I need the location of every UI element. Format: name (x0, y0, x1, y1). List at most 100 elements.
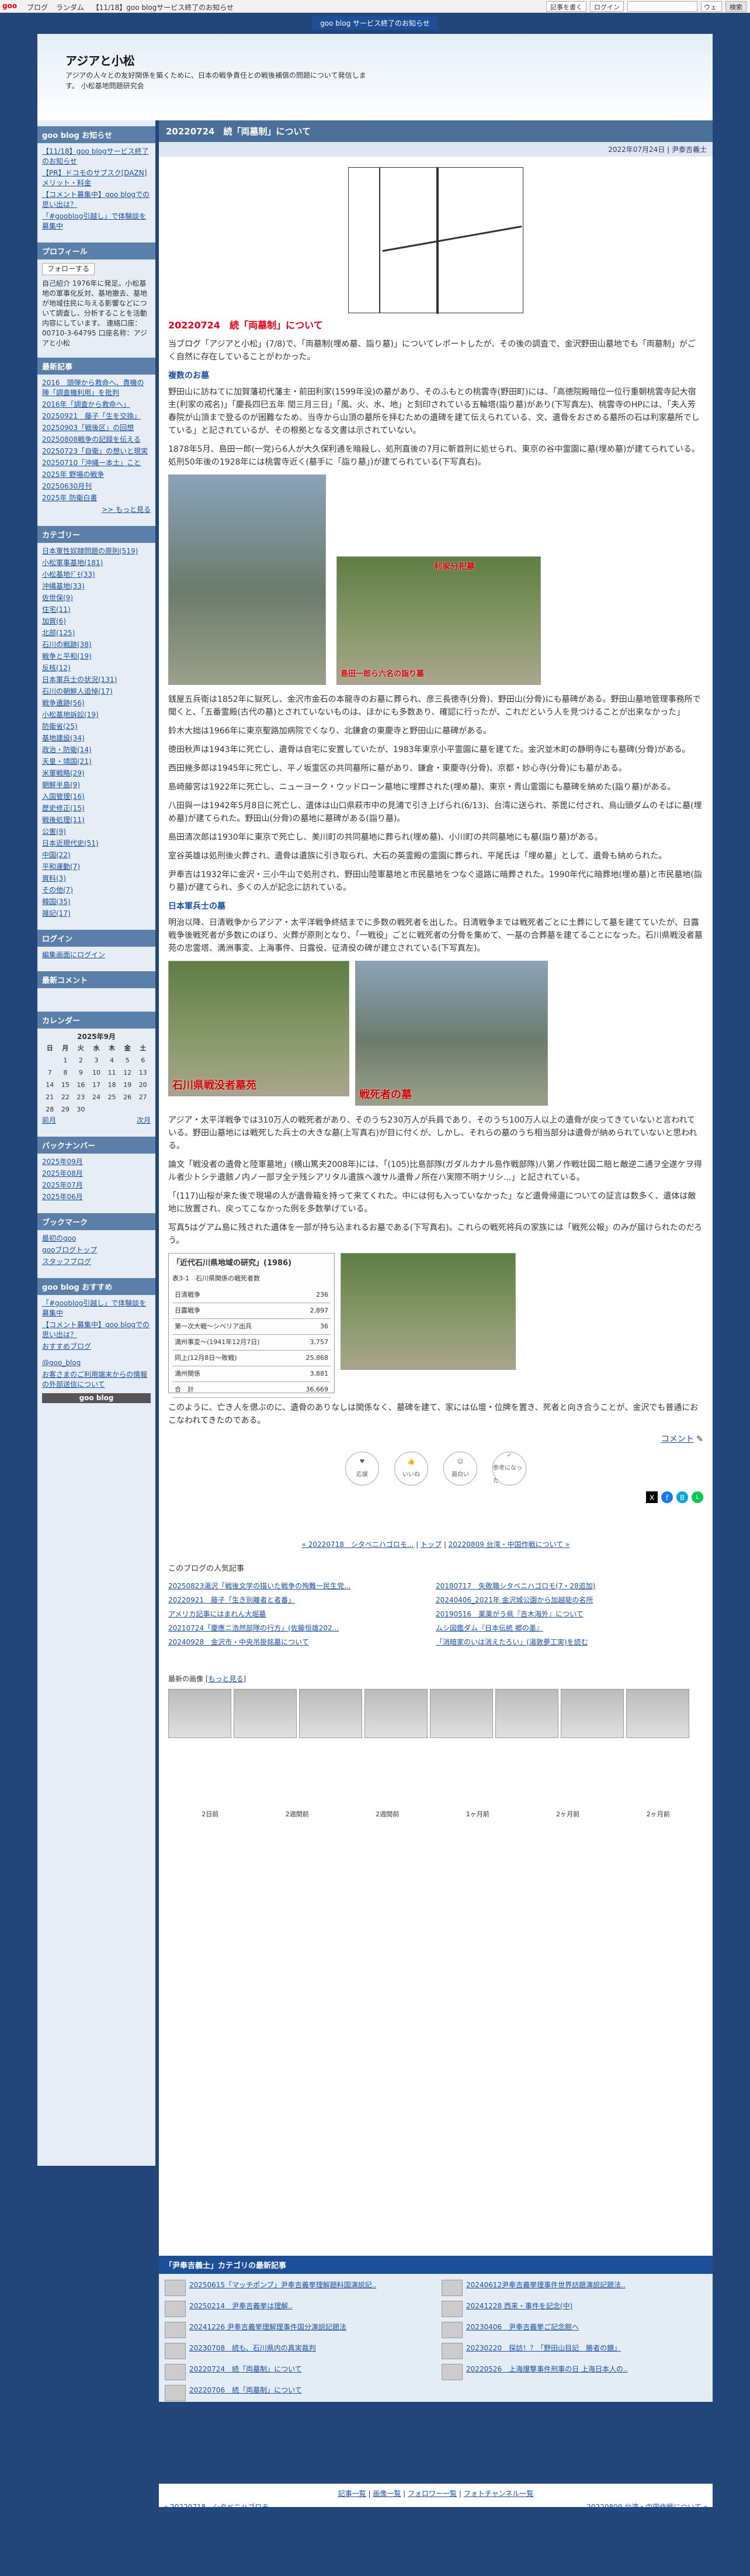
reaction-like[interactable]: 👍 いいね (394, 1452, 428, 1486)
recent-item[interactable]: 20250630月刊 (42, 482, 151, 491)
category-latest-item[interactable]: 20230220 探訪！？「野田山目記 勝者の鏡」 (442, 2343, 707, 2359)
line-share-icon[interactable]: L (692, 1491, 703, 1503)
bookmark-item[interactable]: 最初のgoo (42, 1234, 151, 1244)
category-latest-link[interactable]: 20240612尹奉吉義挙理事件世界訪題演説記題法.. (466, 2280, 626, 2296)
category-latest-link[interactable]: 20220706 続「両墓制」について (189, 2385, 302, 2401)
category-item[interactable]: 加賀(6) (42, 617, 151, 626)
category-latest-item[interactable]: 20230708 続も、石川県内の真実裁判 (165, 2343, 430, 2359)
calendar-day[interactable] (89, 1103, 105, 1116)
category-item[interactable]: 米軍戦略(29) (42, 768, 151, 778)
backnumber-item[interactable]: 2025年07月 (42, 1180, 151, 1190)
popular-item[interactable]: アメリカ記事にはまれん大堀墓 (168, 1607, 436, 1621)
recommend-item[interactable]: おすすめブログ (42, 1342, 151, 1352)
category-latest-link[interactable]: 20241228 西来・事件を記念(中) (466, 2301, 572, 2317)
login-button[interactable]: ログイン (590, 1, 624, 12)
category-item[interactable]: 反核(12) (42, 663, 151, 673)
top-link-blog[interactable]: ブログ (27, 4, 48, 12)
news-item[interactable]: 【コメント募集中】goo blogでの思い出は？ (42, 190, 151, 210)
recent-image-thumb[interactable] (626, 1689, 689, 1738)
top-link-notice[interactable]: 【11/18】goo blogサービス終了のお知らせ (92, 4, 234, 12)
bookmark-share-icon[interactable]: B (676, 1491, 688, 1503)
comment-link[interactable]: コメント (661, 1435, 694, 1444)
goo-logo[interactable]: goo (2, 2, 17, 10)
category-item[interactable]: 戦後処理(11) (42, 815, 151, 825)
recommend-item[interactable]: 【コメント募集中】goo blogでの思い出は？ (42, 1320, 151, 1340)
next-article-link[interactable]: 20220809 台湾・中国作戦について » (449, 1540, 570, 1549)
news-item[interactable]: 「#gooblog引越し」で体験談を募集中 (42, 212, 151, 231)
recent-image-thumb[interactable] (168, 1689, 231, 1738)
recent-image-thumb[interactable] (234, 1689, 297, 1738)
category-latest-link[interactable]: 20230708 続も、石川県内の真実裁判 (189, 2343, 316, 2359)
category-item[interactable]: 小松基地ﾃﾞﾓ(33) (42, 570, 151, 580)
category-item[interactable]: 沖縄基地(33) (42, 581, 151, 591)
recent-image-thumb[interactable] (495, 1689, 558, 1738)
recent-item[interactable]: 20250808戦争の記録を伝える (42, 435, 151, 445)
calendar-next[interactable]: 次月 (137, 1116, 151, 1126)
category-latest-item[interactable]: 20240612尹奉吉義挙理事件世界訪題演説記題法.. (442, 2280, 707, 2296)
category-item[interactable]: 住宅(11) (42, 605, 151, 615)
calendar-day[interactable]: 21 (42, 1091, 58, 1103)
category-item[interactable]: 佐世保(9) (42, 593, 151, 603)
recent-image-thumb[interactable] (561, 1689, 624, 1738)
calendar-day[interactable]: 24 (89, 1091, 105, 1103)
calendar-day[interactable]: 26 (120, 1091, 136, 1103)
footer-link[interactable]: 記事一覧 (338, 2490, 366, 2498)
article-title[interactable]: 20220724 続「両墓制」について (159, 120, 713, 142)
news-item[interactable]: 【11/18】goo blogサービス終了のお知らせ (42, 147, 151, 167)
search-button[interactable]: 検索 (725, 1, 746, 12)
category-latest-item[interactable]: 20241228 西来・事件を記念(中) (442, 2301, 707, 2317)
backnumber-item[interactable]: 2025年06月 (42, 1192, 151, 1202)
article-meta[interactable]: 2022年07月24日 | 尹泰吉義士 (159, 142, 713, 157)
prev-article-link[interactable]: « 20220718 シタベニハゴロモ... (302, 1540, 414, 1549)
calendar-day[interactable]: 3 (89, 1054, 105, 1067)
calendar-day[interactable]: 11 (104, 1067, 120, 1079)
recent-more-link[interactable]: >> もっと見る (42, 505, 151, 515)
recent-item[interactable]: 20250723「自衛」の想いと現実 (42, 446, 151, 456)
recent-images-more[interactable]: [もっと見る] (206, 1675, 246, 1683)
category-item[interactable]: 防衛省(25) (42, 722, 151, 732)
recent-item[interactable]: 2016年「調査から救命へ」 (42, 400, 151, 410)
search-input[interactable] (627, 1, 697, 12)
category-latest-link[interactable]: 20230220 探訪！？「野田山目記 勝者の鏡」 (466, 2343, 621, 2359)
calendar-day[interactable]: 22 (58, 1091, 74, 1103)
recent-image-thumb[interactable] (299, 1689, 362, 1738)
calendar-day[interactable]: 14 (42, 1079, 58, 1091)
category-item[interactable]: 平和運動(7) (42, 862, 151, 872)
external-info-link[interactable]: お客さまのご利用端末からの情報の外部送信について (42, 1370, 151, 1390)
category-item[interactable]: 北部(125) (42, 628, 151, 638)
footer-link[interactable]: フォロワー一覧 (408, 2490, 457, 2498)
category-item[interactable]: 政治・防衛(14) (42, 745, 151, 755)
calendar-day[interactable]: 2 (73, 1054, 89, 1067)
category-item[interactable]: 歴史修正(15) (42, 804, 151, 813)
footer-prev-link[interactable]: « 20220718 シタベニハゴロモ... (164, 2502, 276, 2512)
calendar-day[interactable] (42, 1054, 58, 1067)
category-item[interactable]: 入国管理(16) (42, 792, 151, 802)
recent-item[interactable]: 20250921 藤子「生を交換」 (42, 411, 151, 421)
top-link-random[interactable]: ランダム (56, 4, 84, 12)
blog-title[interactable]: アジアと小松 (65, 51, 135, 68)
calendar-prev[interactable]: 前月 (42, 1116, 56, 1126)
calendar-day[interactable]: 17 (89, 1079, 105, 1091)
popular-item[interactable]: 「消暗家のいは消えたろい」(湯敦夢工実)を読む (436, 1635, 703, 1649)
facebook-share-icon[interactable]: f (661, 1491, 673, 1503)
category-item[interactable]: 小松基地訴訟(19) (42, 710, 151, 720)
calendar-day[interactable]: 6 (135, 1054, 151, 1067)
popular-item[interactable]: 20240928 金沢市・中央吊掛銘墓について (168, 1635, 436, 1649)
calendar-day[interactable]: 18 (104, 1079, 120, 1091)
category-latest-link[interactable]: 20220724 続「両墓制」について (189, 2364, 302, 2380)
recent-image-thumb[interactable] (430, 1689, 493, 1738)
x-share-icon[interactable]: X (646, 1491, 658, 1503)
category-latest-item[interactable]: 20220724 続「両墓制」について (165, 2364, 430, 2380)
recent-image-thumb[interactable] (364, 1689, 428, 1738)
write-article-button[interactable]: 記事を書く (546, 1, 586, 12)
category-item[interactable]: 小松軍事基地(181) (42, 558, 151, 568)
category-item[interactable]: 石川の朝鮮人追悼(17) (42, 687, 151, 697)
category-latest-item[interactable]: 20230406 尹奉吉義挙ご記念館へ (442, 2322, 707, 2338)
recent-item[interactable]: 20250903「戦後区」の回想 (42, 423, 151, 433)
calendar-day[interactable]: 13 (135, 1067, 151, 1079)
category-item[interactable]: 公害(9) (42, 827, 151, 837)
calendar-day[interactable]: 30 (73, 1103, 89, 1116)
category-item[interactable]: 中国(22) (42, 850, 151, 860)
recent-item[interactable]: 2016 頭弾から救命へ、貴機の陣「調査機利用」を批判 (42, 378, 151, 398)
category-item[interactable]: 戦争遺跡(56) (42, 698, 151, 708)
